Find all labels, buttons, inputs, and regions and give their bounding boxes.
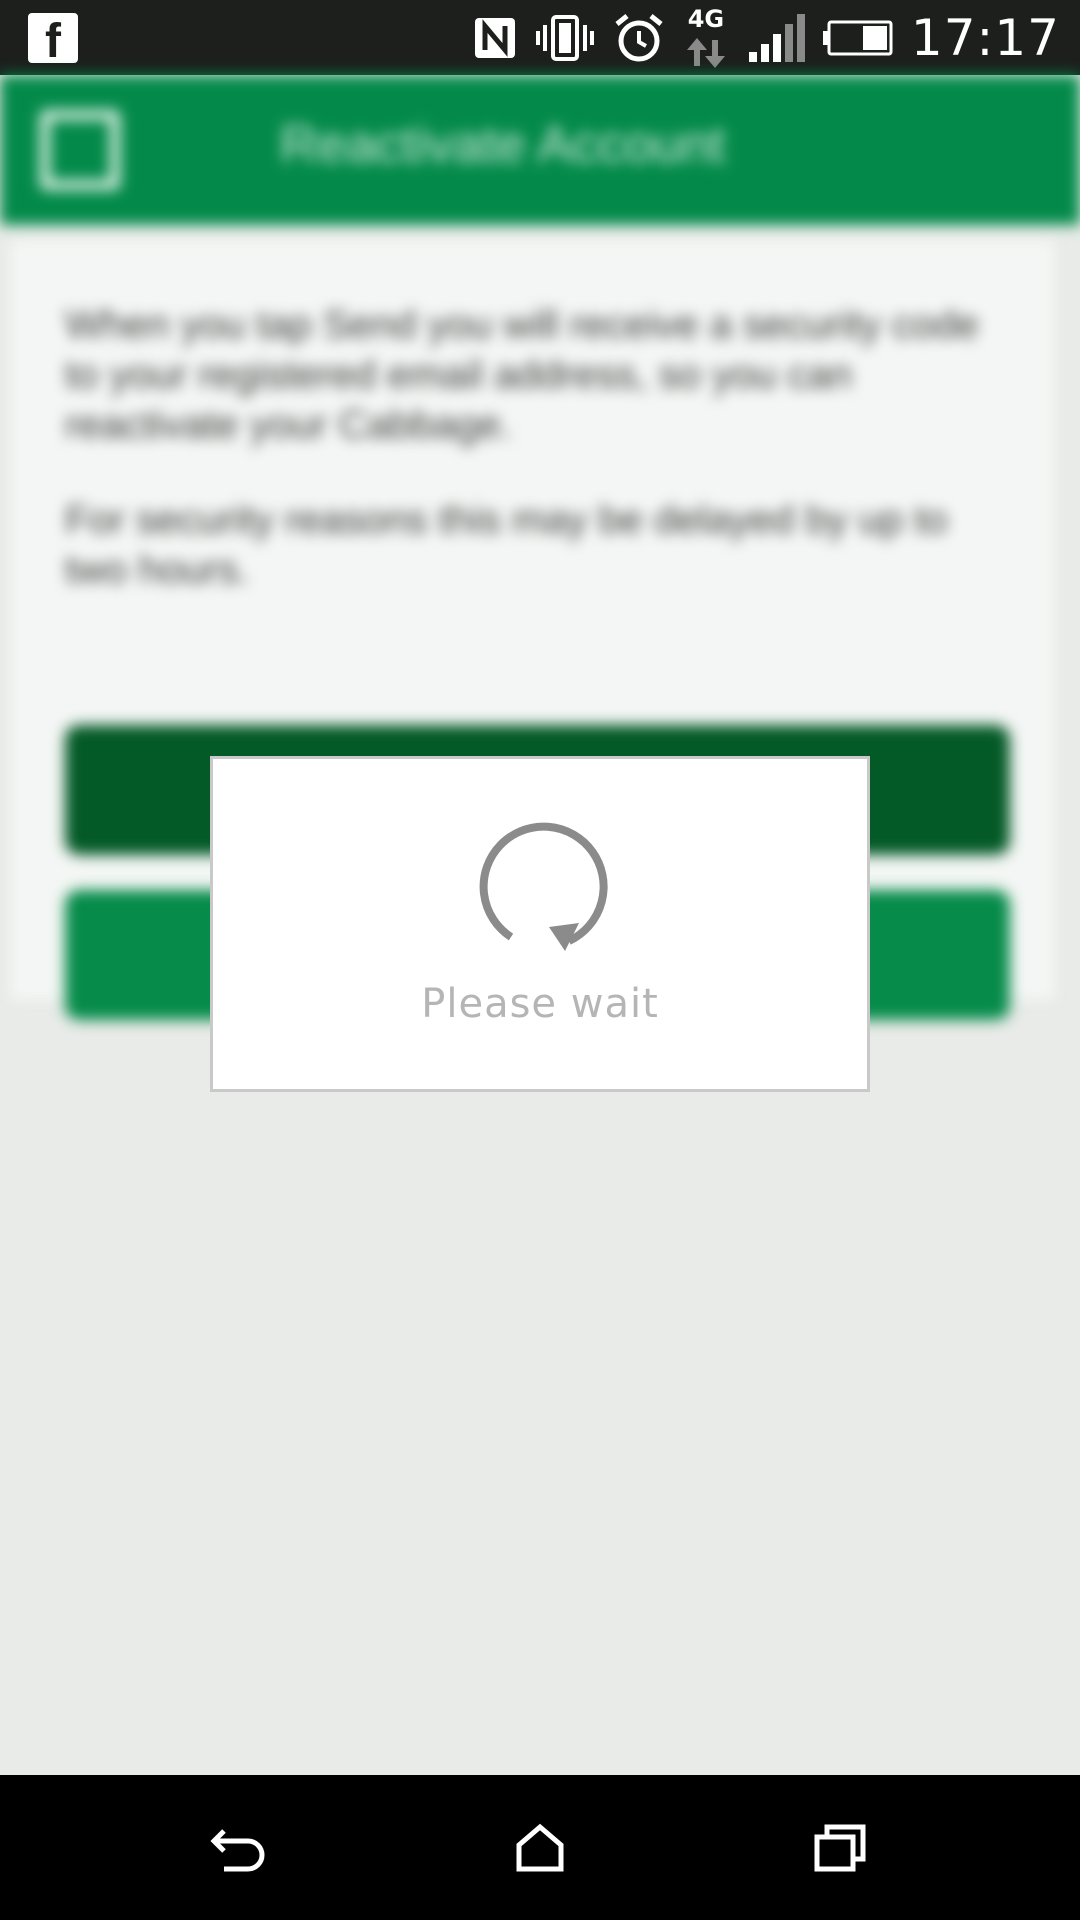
nfc-icon — [473, 16, 517, 60]
progress-dialog: Please wait — [210, 756, 870, 1092]
navigation-bar — [0, 1775, 1080, 1920]
alarm-icon — [613, 12, 665, 64]
app-title: Reactivate Account — [280, 116, 726, 174]
back-icon — [210, 1828, 265, 1871]
screen: f 4G 17:17 Reactivate Account When you t… — [0, 0, 1080, 1920]
battery-icon — [822, 20, 893, 56]
instructions-text: When you tap Send you will receive a sec… — [65, 303, 979, 447]
vibrate-icon — [535, 13, 595, 63]
home-icon — [516, 1823, 564, 1871]
status-icons: 4G 17:17 — [473, 0, 1060, 75]
please-wait-text: Please wait — [421, 981, 659, 1027]
signal-icon — [747, 13, 805, 62]
4g-data-icon: 4G — [683, 6, 729, 70]
recents-button[interactable] — [740, 1775, 940, 1920]
spinner-icon — [479, 822, 608, 951]
back-button[interactable] — [140, 1775, 340, 1920]
app-logo-icon — [40, 110, 120, 190]
delay-notice-text: For security reasons this may be delayed… — [65, 498, 948, 592]
network-label: 4G — [687, 4, 725, 33]
status-bar: f 4G 17:17 — [0, 0, 1080, 75]
app-bar: Reactivate Account — [0, 75, 1080, 225]
facebook-icon: f — [28, 13, 78, 63]
recents-icon — [814, 1824, 866, 1871]
status-time: 17:17 — [910, 8, 1060, 67]
home-button[interactable] — [440, 1775, 640, 1920]
